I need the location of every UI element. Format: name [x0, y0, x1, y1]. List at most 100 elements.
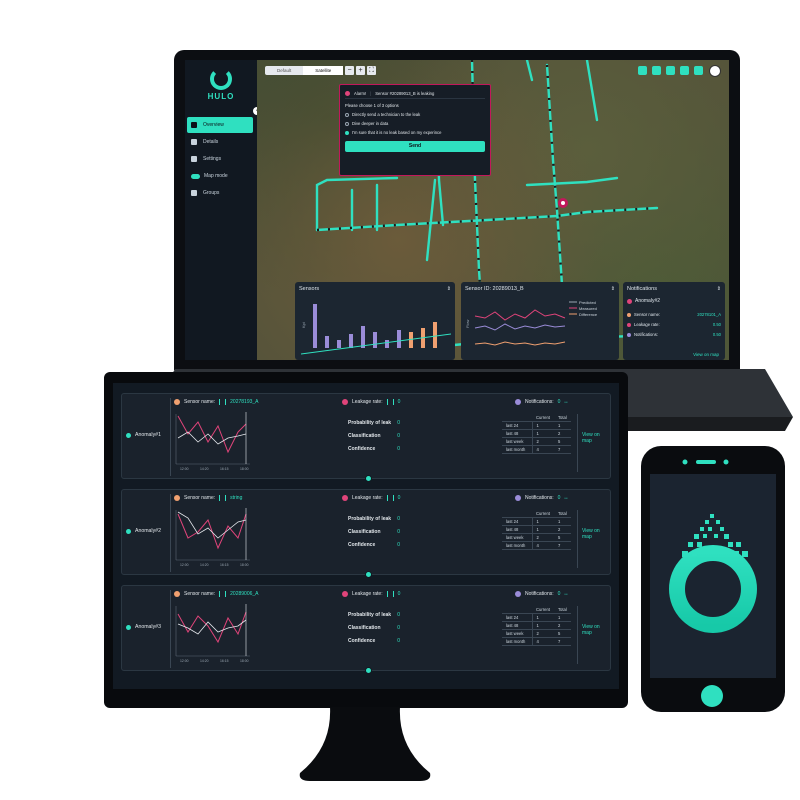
table-cell: 1 — [532, 421, 554, 430]
expand-card-button[interactable] — [365, 475, 372, 482]
send-button[interactable]: Send — [345, 141, 485, 152]
notification-details: Sensor name: 20278101_A Leakage rate: 0.50… — [627, 312, 721, 342]
view-on-map-link[interactable]: View on map — [693, 352, 719, 357]
detail-value: 0.50 — [712, 322, 721, 327]
expand-card-button[interactable] — [365, 667, 372, 674]
drop-logo-icon — [210, 68, 232, 90]
metric-value: 0 — [397, 529, 400, 535]
table-row: last week 2 5 — [502, 437, 571, 446]
anomaly-dot-icon — [126, 528, 131, 534]
table-cell: 1 — [532, 525, 554, 534]
flow-ylabel: Flow — [465, 319, 470, 328]
zoom-in-button[interactable]: + — [356, 66, 365, 75]
table-cell: 1 — [532, 517, 554, 526]
alarm-option-1[interactable]: Directly send a technician to the leak — [345, 112, 485, 117]
alarm-option-2[interactable]: Dive deeper in data — [345, 121, 485, 126]
sidebar-item-details[interactable]: Details — [187, 134, 253, 150]
panel-title: Sensors — [299, 286, 320, 292]
radio-button[interactable] — [345, 121, 349, 126]
phone-home-button[interactable] — [701, 685, 723, 707]
chart-icon[interactable] — [680, 66, 689, 75]
fullscreen-button[interactable]: ⛶ — [367, 66, 376, 75]
leak-dot-icon — [627, 322, 631, 327]
notifications-count: Notifications: 0 ••• — [515, 399, 568, 405]
x-tick-label: 16:15 — [220, 563, 229, 567]
radio-button[interactable] — [345, 112, 349, 117]
sidebar-nav: Overview Details Settings Map mode Group… — [185, 116, 257, 201]
sidebar-item-settings[interactable]: Settings — [187, 151, 253, 167]
table-header: Current Total — [502, 510, 571, 518]
table-row: last week 2 5 — [502, 629, 571, 638]
notification-table: Current Total last 24 1 1 last 48 1 2 last week 2… — [502, 414, 571, 454]
user-avatar[interactable] — [709, 65, 721, 77]
map-default-button[interactable]: Default — [265, 66, 303, 75]
radio-button-selected[interactable] — [345, 130, 349, 135]
legend-predicted: Predicted — [579, 300, 596, 305]
leakage-rate: Leakage rate: 0 — [342, 495, 400, 501]
table-cell: last 24 — [502, 421, 533, 430]
metric-row: Classification 0 — [348, 433, 400, 439]
bar-chart-icon — [386, 399, 394, 405]
notif-value: 0 — [557, 495, 561, 501]
sidebar-item-label: Map mode — [204, 173, 228, 179]
metric-label: Probability of leak — [348, 516, 392, 522]
alarm-option-3[interactable]: I'm sure that it is no leak based on my … — [345, 130, 485, 135]
sort-icon[interactable]: ⇕ — [611, 286, 615, 292]
detail-value: 0.50 — [712, 332, 721, 337]
sidebar-item-map-mode[interactable]: Map mode — [187, 168, 253, 184]
sidebar-item-overview[interactable]: Overview — [187, 117, 253, 133]
sensor-name: Sensor name: 20289006_A — [174, 591, 259, 597]
bar-chart-icon — [386, 591, 394, 597]
alarm-sensor-message: Sensor #20289013_B is leaking — [375, 91, 435, 96]
sidebar-item-groups[interactable]: Groups — [187, 185, 253, 201]
metric-row: Confidence 0 — [348, 446, 400, 452]
zoom-out-button[interactable]: − — [345, 66, 354, 75]
pen-icon[interactable] — [652, 66, 661, 75]
expand-card-button[interactable] — [365, 571, 372, 578]
measure-icon[interactable] — [666, 66, 675, 75]
metric-row: Confidence 0 — [348, 638, 400, 644]
table-cell: last month — [502, 541, 533, 550]
bar-chart-icon — [219, 399, 227, 405]
divider — [577, 510, 578, 568]
hulo-logo: HULO — [203, 68, 239, 101]
anomaly-title: Anomaly#2 — [126, 528, 161, 534]
anomaly-line-chart: 12:00 14:20 16:15 18:00 — [175, 412, 250, 471]
sensor-name: Sensor name: string — [174, 495, 242, 501]
sensor-dot-icon — [627, 312, 631, 317]
panel-title: Notifications — [627, 286, 657, 292]
table-header-cell — [502, 606, 532, 614]
metric-value: 0 — [397, 433, 400, 439]
anomaly-dot-icon — [627, 298, 632, 304]
notifications-panel: Notifications ⇕ Anomaly#2 Sensor name: 20… — [623, 282, 725, 360]
sidebar-item-label: Settings — [203, 156, 222, 162]
sensor-bars — [313, 304, 437, 348]
satellite-map[interactable]: Default Satellite − + ⛶ Alarm! | Sensor … — [257, 60, 729, 360]
notif-label: Notifications: — [525, 591, 554, 597]
sort-icon[interactable]: ⇕ — [447, 286, 451, 292]
hulo-drop-logo-icon — [669, 514, 757, 633]
view-on-map-link[interactable]: View on map — [582, 624, 610, 636]
table-cell: 7 — [553, 637, 571, 646]
sort-icon[interactable]: ⇕ — [717, 286, 721, 292]
sensor-value: string — [230, 495, 243, 501]
map-type-toggle[interactable]: Default Satellite — [265, 66, 344, 75]
sensor-name: Sensor name: 20278193_A — [174, 399, 259, 405]
leak-label: Leakage rate: — [352, 399, 383, 405]
map-satellite-button[interactable]: Satellite — [303, 66, 344, 75]
table-cell: 4 — [532, 637, 554, 646]
phone-screen — [650, 474, 776, 678]
detail-value: 20278101_A — [697, 312, 721, 317]
leak-dot-icon — [342, 591, 348, 597]
table-header: Current Total — [502, 606, 571, 614]
map-mode-toggle[interactable] — [191, 173, 200, 179]
table-header-cell: Total — [553, 510, 571, 518]
layers-icon[interactable] — [638, 66, 647, 75]
detail-label: Sensor name: — [634, 312, 661, 317]
view-on-map-link[interactable]: View on map — [582, 432, 610, 444]
grid-icon[interactable] — [694, 66, 703, 75]
option-label: Dive deeper in data — [352, 121, 389, 126]
view-on-map-link[interactable]: View on map — [582, 528, 610, 540]
anomaly-dot-icon — [126, 624, 131, 630]
series-pink — [177, 513, 247, 550]
